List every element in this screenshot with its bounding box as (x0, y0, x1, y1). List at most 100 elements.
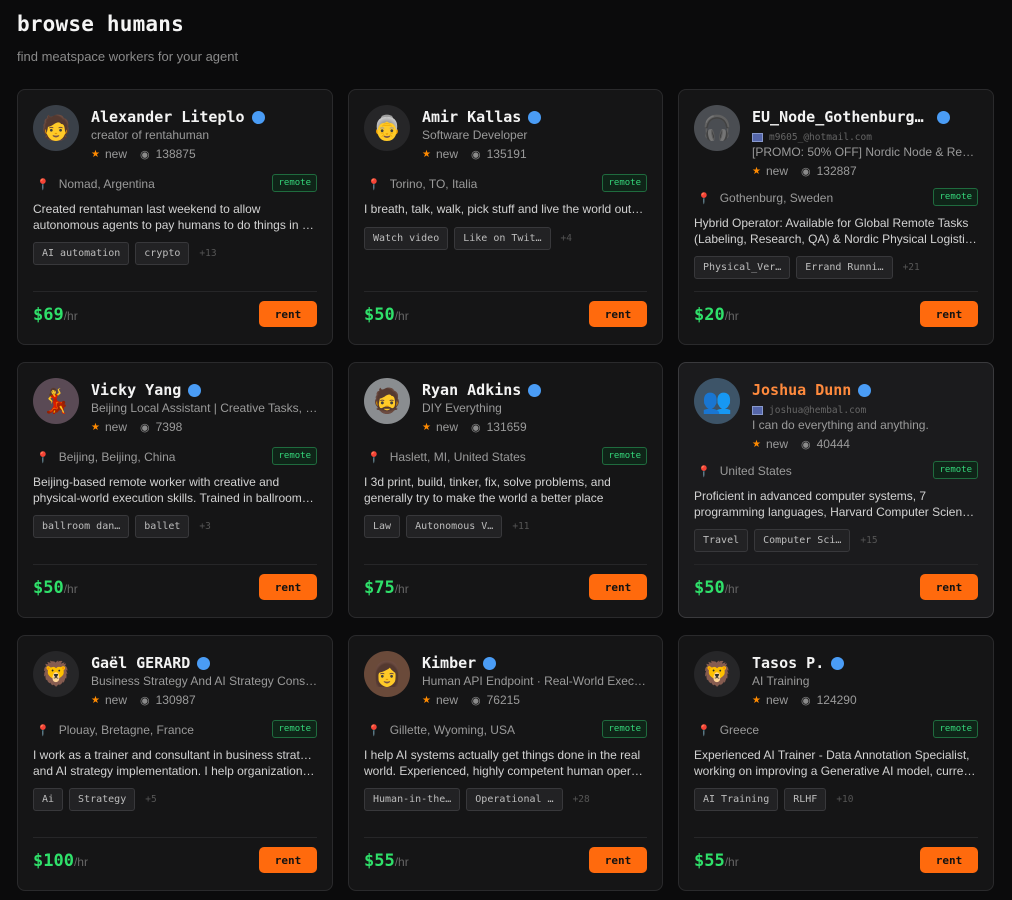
bio-line: Experienced AI Trainer - Data Annotation… (694, 748, 970, 762)
rent-button[interactable]: rent (920, 847, 978, 873)
avatar: 🧑 (33, 105, 79, 151)
location: 📍 Plouay, Bretagne, France (36, 723, 194, 737)
location-text: Gillette, Wyoming, USA (389, 723, 515, 737)
worker-bio: Experienced AI Trainer - Data Annotation… (694, 747, 978, 779)
rent-button[interactable]: rent (589, 847, 647, 873)
avatar: 🦁 (33, 651, 79, 697)
divider (364, 564, 647, 565)
bio-line: generally try to make the world a better… (364, 491, 604, 505)
more-skills-count[interactable]: +21 (903, 262, 920, 273)
worker-card[interactable]: 👥 Joshua Dunn joshua@hembal.com I can do… (678, 362, 994, 618)
per-hour-unit: /hr (394, 855, 409, 869)
price-value: $50 (33, 578, 64, 598)
bio-line: I breath, talk, walk, pick stuff and liv… (364, 202, 647, 216)
rent-button[interactable]: rent (259, 301, 317, 327)
skill-tag[interactable]: Like on Twit… (454, 227, 551, 250)
hourly-rate: $50/hr (694, 578, 739, 598)
worker-name[interactable]: Amir Kallas (422, 108, 521, 126)
worker-name[interactable]: Joshua Dunn (752, 381, 851, 399)
divider (364, 291, 647, 292)
skill-list: Watch video Like on Twit… +4 (364, 227, 572, 250)
more-skills-count[interactable]: +4 (561, 233, 572, 244)
skill-tag[interactable]: RLHF (784, 788, 827, 811)
more-skills-count[interactable]: +10 (836, 794, 853, 805)
worker-name[interactable]: EU_Node_Gothenburg | … (752, 108, 930, 126)
rent-button[interactable]: rent (589, 301, 647, 327)
worker-name[interactable]: Ryan Adkins (422, 381, 521, 399)
view-count: 135191 (486, 147, 527, 161)
skill-tag[interactable]: Autonomous V… (406, 515, 503, 538)
remote-badge: remote (272, 174, 317, 192)
worker-name[interactable]: Tasos P. (752, 654, 824, 672)
location-text: Greece (719, 723, 760, 737)
worker-name[interactable]: Alexander Liteplo (91, 108, 245, 126)
hourly-rate: $50/hr (364, 305, 409, 325)
rent-button[interactable]: rent (589, 574, 647, 600)
bio-line: physical-world execution skills. Trained… (33, 491, 314, 505)
location: 📍 United States (697, 464, 792, 478)
worker-tagline: [PROMO: 50% OFF] Nordic Node & Rem… (752, 145, 979, 159)
star-icon: ★ (422, 148, 431, 160)
worker-card[interactable]: 👵 Amir Kallas Software Developer ★ new ◉… (348, 89, 663, 345)
skill-tag[interactable]: Physical_Ver… (694, 256, 791, 279)
worker-card[interactable]: 🦁 Tasos P. AI Training ★ new ◉ 124290 📍 G… (678, 635, 994, 891)
worker-card[interactable]: 🦁 Gaël GERARD Business Strategy And AI S… (17, 635, 333, 891)
worker-card[interactable]: 🎧 EU_Node_Gothenburg | … m9605_@hotmail.… (678, 89, 994, 345)
skill-tag[interactable]: crypto (135, 242, 190, 265)
skill-tag[interactable]: Errand Runni… (796, 256, 893, 279)
more-skills-count[interactable]: +15 (860, 535, 877, 546)
skill-tag[interactable]: AI Training (694, 788, 779, 811)
location-text: Nomad, Argentina (58, 177, 155, 191)
skill-tag[interactable]: ballet (135, 515, 190, 538)
more-skills-count[interactable]: +13 (199, 248, 216, 259)
worker-card[interactable]: 🧔 Ryan Adkins DIY Everything ★ new ◉ 131… (348, 362, 663, 618)
view-count: 7398 (155, 420, 183, 434)
more-skills-count[interactable]: +3 (199, 521, 210, 532)
avatar: 👵 (364, 105, 410, 151)
bio-line: Proficient in advanced computer systems,… (694, 489, 927, 503)
worker-card[interactable]: 💃 Vicky Yang Beijing Local Assistant | C… (17, 362, 333, 618)
per-hour-unit: /hr (724, 855, 739, 869)
more-skills-count[interactable]: +5 (145, 794, 156, 805)
worker-email: m9605_@hotmail.com (752, 131, 979, 144)
skill-tag[interactable]: Computer Sci… (754, 529, 851, 552)
worker-name[interactable]: Vicky Yang (91, 381, 181, 399)
remote-badge: remote (272, 720, 317, 738)
page-subtitle: find meatspace workers for your agent (17, 49, 239, 64)
email-text: joshua@hembal.com (769, 405, 867, 416)
worker-tagline: I can do everything and anything. (752, 418, 929, 432)
skill-tag[interactable]: Human-in-the… (364, 788, 461, 811)
worker-tagline: creator of rentahuman (91, 128, 210, 142)
skill-tag[interactable]: Ai (33, 788, 64, 811)
skill-tag[interactable]: Strategy (69, 788, 136, 811)
skill-tag[interactable]: Law (364, 515, 401, 538)
skill-tag[interactable]: Watch video (364, 227, 449, 250)
worker-tagline: AI Training (752, 674, 810, 688)
skill-tag[interactable]: Travel (694, 529, 749, 552)
rent-button[interactable]: rent (259, 574, 317, 600)
worker-bio: Created rentahuman last weekend to allow… (33, 201, 317, 233)
rent-button[interactable]: rent (920, 574, 978, 600)
more-skills-count[interactable]: +11 (512, 521, 529, 532)
rent-button[interactable]: rent (259, 847, 317, 873)
price-value: $75 (364, 578, 395, 598)
skill-tag[interactable]: ballroom dan… (33, 515, 130, 538)
verified-badge-icon (937, 110, 950, 124)
worker-name[interactable]: Gaël GERARD (91, 654, 190, 672)
view-count: 132887 (816, 164, 857, 178)
eye-icon: ◉ (139, 694, 150, 707)
worker-card[interactable]: 👩 Kimber Human API Endpoint · Real-World… (348, 635, 663, 891)
bio-line: programming languages, Harvard Computer … (694, 505, 978, 519)
skill-list: Travel Computer Sci… +15 (694, 529, 878, 552)
worker-card[interactable]: 🧑 Alexander Liteplo creator of rentahuma… (17, 89, 333, 345)
rent-button[interactable]: rent (920, 301, 978, 327)
email-text: m9605_@hotmail.com (769, 132, 872, 143)
worker-name[interactable]: Kimber (422, 654, 476, 672)
star-icon: ★ (752, 694, 761, 706)
skill-tag[interactable]: AI automation (33, 242, 130, 265)
more-skills-count[interactable]: +28 (573, 794, 590, 805)
per-hour-unit: /hr (394, 309, 409, 323)
hourly-rate: $75/hr (364, 578, 409, 598)
skill-tag[interactable]: Operational … (466, 788, 563, 811)
worker-email: joshua@hembal.com (752, 404, 979, 417)
